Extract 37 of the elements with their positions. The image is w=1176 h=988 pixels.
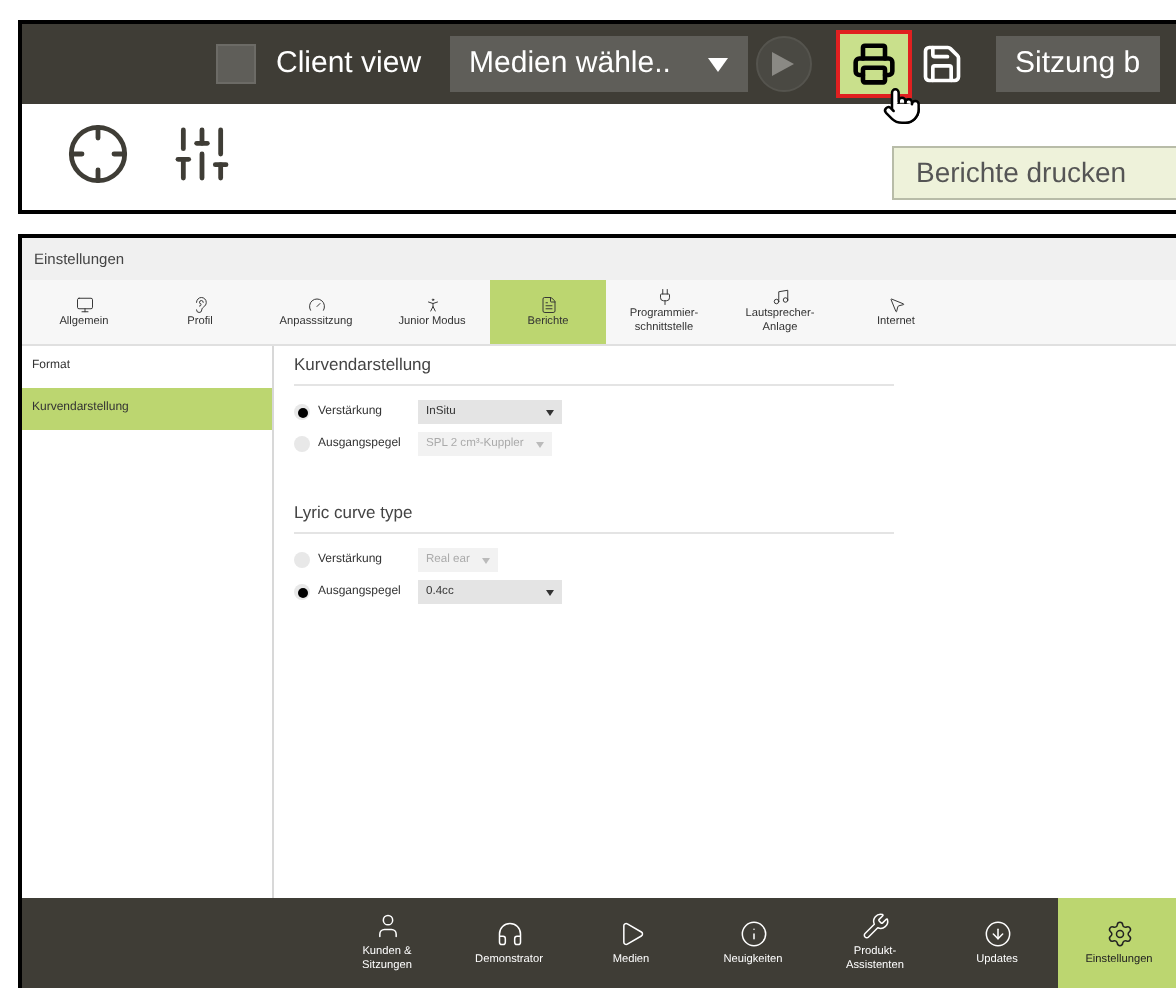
settings-icon bbox=[1105, 919, 1133, 947]
headphones-icon bbox=[495, 919, 523, 947]
client-view-label: Client view bbox=[276, 43, 422, 84]
dropdown-caret-icon bbox=[535, 441, 544, 448]
dropdown-caret-icon bbox=[546, 409, 554, 416]
section-heading: Kurvendarstellung bbox=[294, 352, 894, 386]
ear-icon bbox=[191, 295, 209, 313]
print-button[interactable] bbox=[835, 30, 912, 98]
client-view-checkbox[interactable] bbox=[216, 44, 256, 84]
wrench-icon bbox=[861, 912, 889, 940]
music-note-icon bbox=[771, 288, 789, 306]
plug-icon bbox=[655, 288, 673, 306]
play-icon bbox=[617, 919, 645, 947]
person-icon bbox=[373, 912, 401, 940]
session-button[interactable]: Sitzung b bbox=[995, 36, 1161, 92]
person-icon bbox=[423, 295, 441, 313]
radio-button[interactable] bbox=[294, 404, 310, 421]
tooltip: Berichte drucken bbox=[892, 146, 1176, 200]
document-icon bbox=[539, 295, 557, 313]
cursor-icon bbox=[887, 295, 905, 313]
dropdown-caret-icon bbox=[546, 589, 554, 595]
hand-cursor-icon bbox=[882, 86, 922, 126]
dropdown-caret-icon bbox=[707, 57, 728, 71]
save-icon[interactable] bbox=[919, 42, 964, 86]
printer-icon bbox=[851, 42, 896, 86]
info-icon bbox=[739, 919, 767, 947]
section-heading: Lyric curve type bbox=[294, 499, 894, 533]
gauge-icon bbox=[307, 295, 325, 313]
sliders-icon[interactable] bbox=[170, 122, 234, 186]
play-icon bbox=[772, 52, 795, 76]
dropdown-caret-icon bbox=[481, 557, 490, 563]
play-button[interactable] bbox=[755, 36, 812, 92]
radio-button[interactable] bbox=[294, 584, 310, 600]
media-dropdown[interactable]: Medien wähle.. bbox=[449, 36, 748, 92]
target-icon[interactable] bbox=[66, 122, 130, 186]
monitor-icon bbox=[75, 295, 93, 313]
download-icon bbox=[983, 919, 1011, 947]
